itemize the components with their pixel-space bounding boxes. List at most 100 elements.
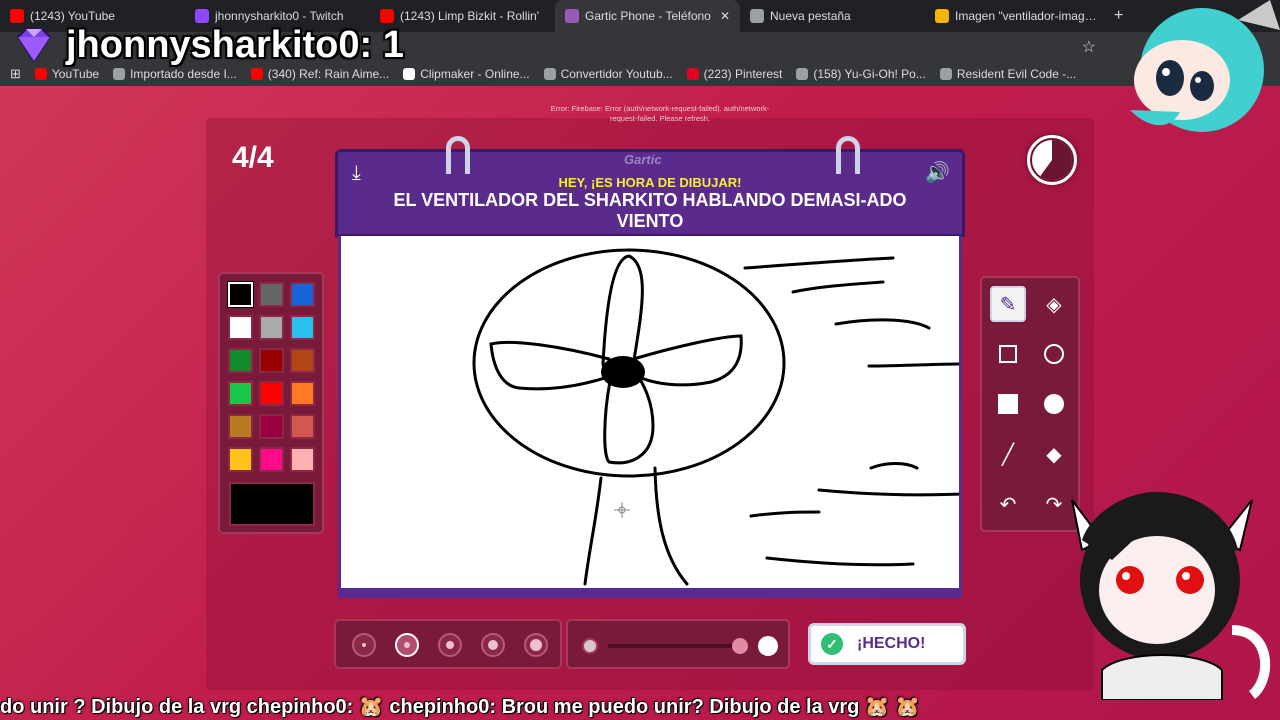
tab-favicon-icon	[380, 9, 394, 23]
pencil-icon[interactable]: ✎	[990, 286, 1026, 322]
tab-favicon-icon	[565, 9, 579, 23]
fan-hub	[601, 356, 645, 388]
tab-title: (1243) YouTube	[30, 9, 115, 23]
bookmark-favicon-icon	[113, 68, 126, 80]
bookmark-label: Convertidor Youtub...	[560, 67, 673, 81]
bookmark-favicon-icon	[250, 68, 263, 80]
tab-title: Nueva pestaña	[770, 9, 851, 23]
chat-ticker: do unir ? Dibujo de la vrg chepinho0: 🐹 …	[0, 696, 921, 718]
wind-line	[749, 510, 821, 518]
opacity-knob[interactable]	[732, 638, 748, 654]
drawing-canvas[interactable]	[338, 236, 962, 598]
score-label: jhonnysharkito0: 1	[66, 24, 404, 66]
fan-blade-left	[489, 340, 613, 391]
wind-line	[791, 280, 885, 294]
color-swatch[interactable]	[228, 381, 253, 406]
bookmark-label: (158) Yu-Gi-Oh! Po...	[813, 67, 926, 81]
bookmark-label: (340) Ref: Rain Aime...	[267, 67, 390, 81]
round-counter: 4/4	[232, 141, 274, 174]
color-swatch[interactable]	[290, 381, 315, 406]
bookmark-label: Clipmaker - Online...	[420, 67, 530, 81]
color-swatch[interactable]	[290, 414, 315, 439]
tab-favicon-icon	[10, 9, 24, 23]
wind-line	[817, 488, 959, 497]
tab-title: jhonnysharkito0 - Twitch	[215, 9, 344, 23]
bookmark-favicon-icon	[796, 68, 809, 80]
color-swatch[interactable]	[228, 447, 253, 472]
bookmark-item[interactable]: (340) Ref: Rain Aime...	[250, 67, 390, 81]
ellipse-fill-tool[interactable]	[1036, 386, 1072, 422]
browser-tab[interactable]: Gartic Phone - Teléfono ✕	[555, 0, 740, 32]
bookmark-item[interactable]: Resident Evil Code -...	[939, 67, 1076, 81]
bookmark-item[interactable]: Clipmaker - Online...	[403, 67, 530, 81]
tab-favicon-icon	[195, 9, 209, 23]
tab-title: Imagen "ventilador-imagen-a	[955, 9, 1100, 23]
color-swatch[interactable]	[290, 315, 315, 340]
color-palette	[218, 272, 324, 534]
bookmark-item[interactable]: Convertidor Youtub...	[543, 67, 673, 81]
ellipse-outline-tool[interactable]	[1036, 336, 1072, 372]
wind-line	[869, 462, 919, 470]
done-button[interactable]: ✓ ¡HECHO!	[808, 623, 966, 665]
mascot-cat-girl-icon	[1071, 491, 1270, 700]
brush-size-option[interactable]	[481, 633, 505, 657]
undo-icon[interactable]: ↶	[990, 486, 1026, 522]
brush-size-selector	[334, 619, 562, 669]
brush-size-option[interactable]	[395, 633, 419, 657]
brush-size-option[interactable]	[524, 633, 548, 657]
apps-grid-icon[interactable]: ⊞	[10, 66, 21, 82]
color-swatch[interactable]	[228, 282, 253, 307]
color-swatch[interactable]	[259, 282, 284, 307]
color-swatch[interactable]	[228, 315, 253, 340]
binder-ring-right	[836, 136, 860, 174]
color-swatch[interactable]	[290, 282, 315, 307]
browser-tab[interactable]: Imagen "ventilador-imagen-a	[925, 0, 1110, 32]
bookmark-favicon-icon	[543, 68, 556, 80]
rectangle-fill-tool[interactable]	[990, 386, 1026, 422]
brush-size-option[interactable]	[352, 633, 376, 657]
bookmark-item[interactable]: (158) Yu-Gi-Oh! Po...	[796, 67, 926, 81]
line-tool-icon[interactable]: ╱	[990, 436, 1026, 472]
stream-score: jhonnysharkito0: 1	[12, 24, 404, 67]
gem-icon	[16, 27, 52, 63]
bookmark-label: (223) Pinterest	[703, 67, 783, 81]
browser-tab[interactable]: Nueva pestaña	[740, 0, 925, 32]
tab-title: (1243) Limp Bizkit - Rollin'	[400, 9, 540, 23]
mascot-top-right-icon	[1130, 0, 1280, 132]
color-swatch[interactable]	[259, 381, 284, 406]
opacity-max-icon	[758, 636, 778, 656]
bookmark-item[interactable]: (223) Pinterest	[686, 67, 783, 81]
color-swatch[interactable]	[290, 447, 315, 472]
color-swatch[interactable]	[259, 447, 284, 472]
tab-favicon-icon	[935, 9, 949, 23]
color-swatch[interactable]	[228, 414, 253, 439]
color-swatch[interactable]	[290, 348, 315, 373]
draw-subtitle: HEY, ¡ES HORA DE DIBUJAR!	[558, 175, 742, 190]
bookmark-star-icon[interactable]: ☆	[1082, 37, 1096, 57]
wind-line	[765, 556, 915, 567]
color-swatch[interactable]	[259, 315, 284, 340]
opacity-slider[interactable]	[566, 619, 790, 669]
color-swatch[interactable]	[259, 348, 284, 373]
tab-close-icon[interactable]: ✕	[720, 9, 730, 23]
color-swatch[interactable]	[228, 348, 253, 373]
rectangle-outline-tool[interactable]	[990, 336, 1026, 372]
eraser-icon[interactable]: ◈	[1036, 286, 1072, 322]
done-label: ¡HECHO!	[857, 635, 926, 652]
color-swatch[interactable]	[259, 414, 284, 439]
opacity-track	[608, 644, 738, 648]
bucket-fill-icon[interactable]: ◆	[1036, 436, 1072, 472]
wind-line	[834, 318, 931, 330]
gartic-logo: Gartic	[624, 152, 662, 167]
fan-blade-right	[635, 334, 743, 387]
fan-blade-top	[601, 254, 644, 374]
bookmark-item[interactable]: YouTube	[34, 67, 100, 81]
fan-drawing	[472, 248, 959, 586]
fan-leg-right	[653, 466, 689, 586]
bookmark-label: YouTube	[51, 67, 100, 81]
brush-size-option[interactable]	[438, 633, 462, 657]
bookmark-item[interactable]: Importado desde I...	[113, 67, 237, 81]
check-icon: ✓	[821, 633, 843, 655]
bookmark-label: Importado desde I...	[130, 67, 237, 81]
wind-line	[743, 256, 895, 270]
